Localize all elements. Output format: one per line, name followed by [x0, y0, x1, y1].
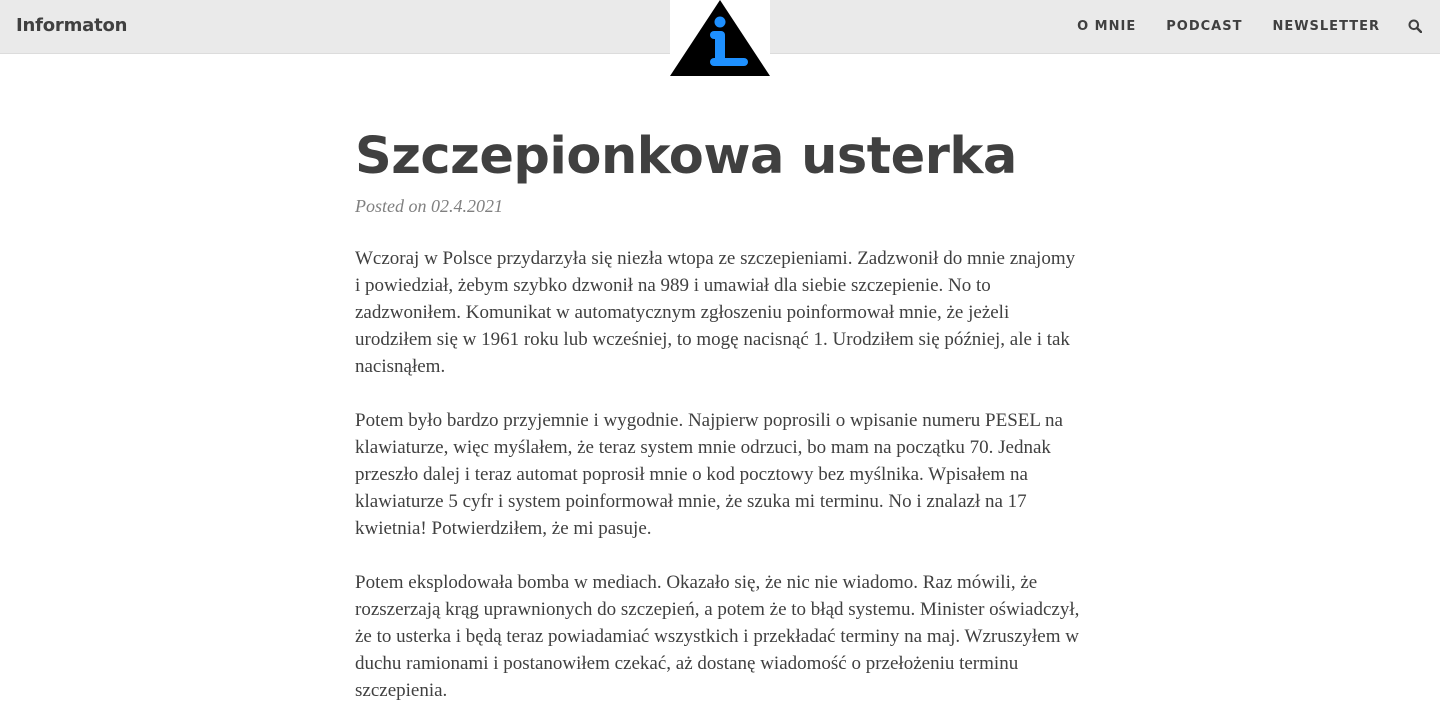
info-triangle-logo-icon: [670, 0, 770, 76]
site-brand-link[interactable]: Informaton: [16, 15, 127, 36]
post-title: Szczepionkowa usterka: [355, 127, 1017, 186]
nav-link-podcast[interactable]: PODCAST: [1166, 19, 1242, 34]
post-paragraph: Potem było bardzo przyjemnie i wygodnie.…: [355, 410, 1063, 539]
post-meta: Posted on 02.4.2021: [355, 196, 503, 216]
nav-link-o-mnie[interactable]: O MNIE: [1077, 19, 1136, 34]
post-body: Wczoraj w Polsce przydarzyła się niezła …: [355, 245, 1085, 704]
top-navbar: Informaton O MNIE PODCAST NEWSLETTER: [0, 0, 1440, 78]
site-logo[interactable]: [670, 0, 770, 78]
post-article: Szczepionkowa usterka Posted on 02.4.202…: [355, 122, 1085, 720]
main-nav: O MNIE PODCAST NEWSLETTER: [1077, 19, 1380, 34]
post-paragraph: Potem eksplodowała bomba w mediach. Okaz…: [355, 572, 1080, 701]
post-paragraph: Wczoraj w Polsce przydarzyła się niezła …: [355, 248, 1076, 377]
search-icon[interactable]: [1408, 19, 1423, 34]
nav-link-newsletter[interactable]: NEWSLETTER: [1272, 19, 1380, 34]
